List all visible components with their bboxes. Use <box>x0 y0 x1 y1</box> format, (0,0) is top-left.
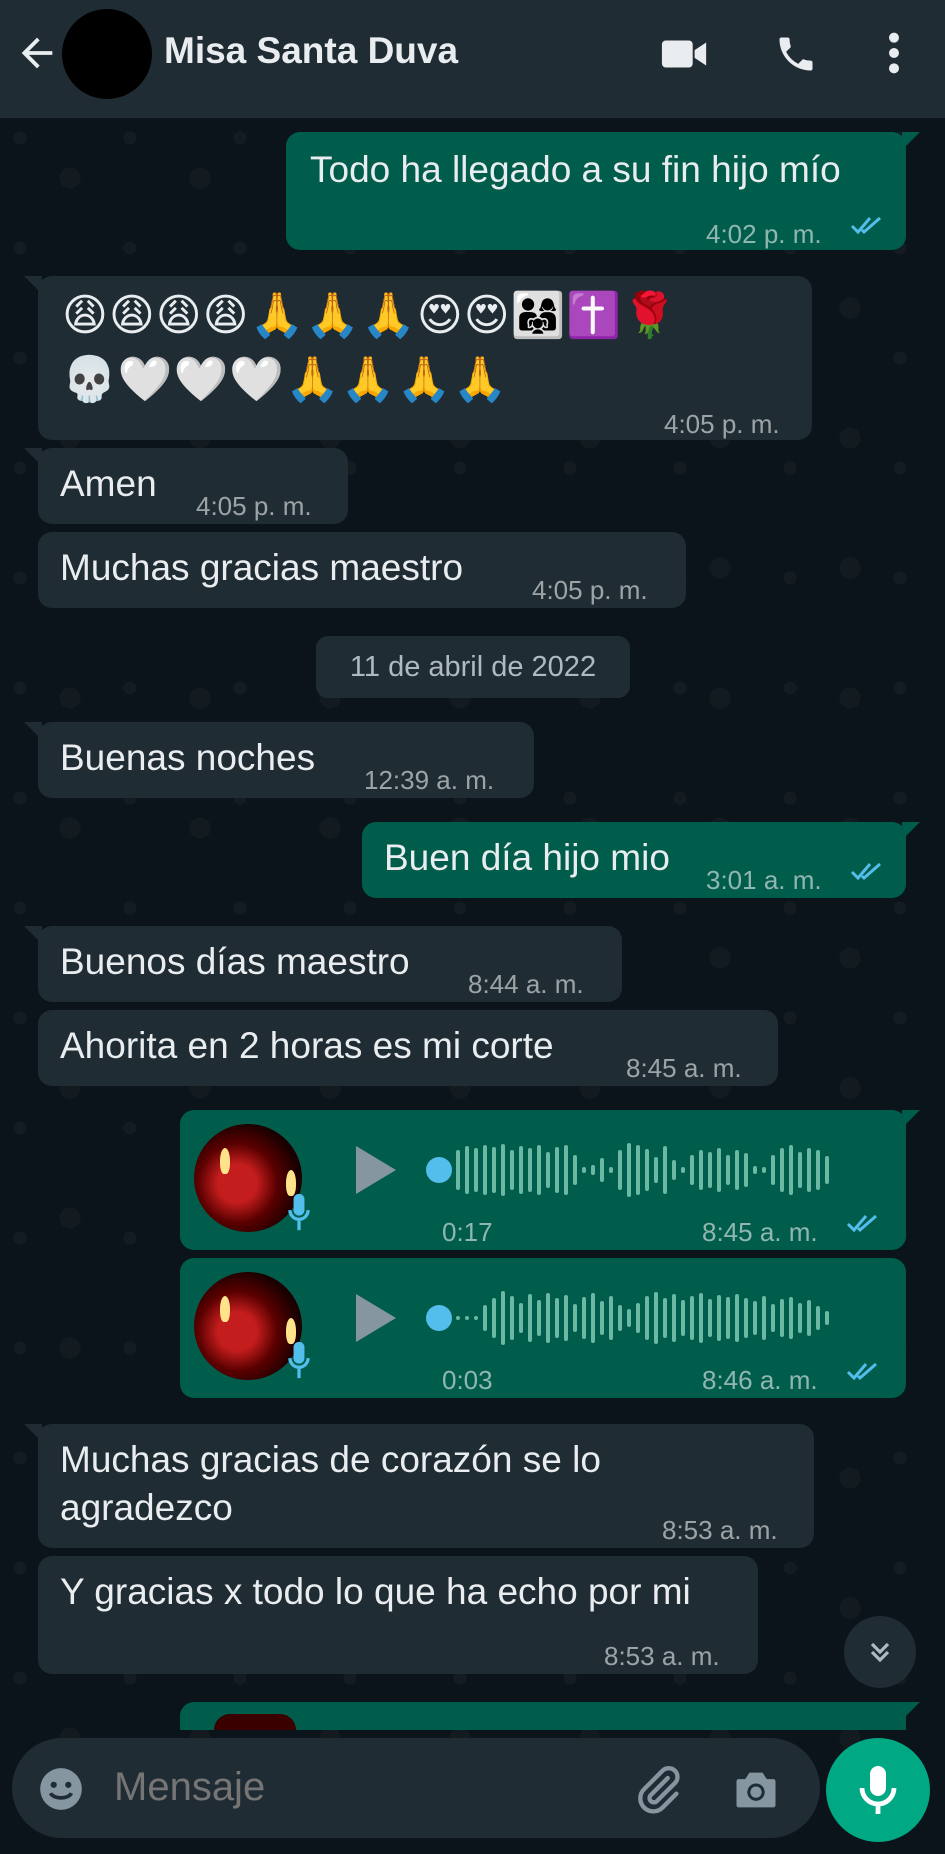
outgoing-message[interactable]: Buen día hijo mio 3:01 a. m. <box>362 822 920 898</box>
voice-message[interactable]: 0:03 8:46 a. m. <box>180 1258 906 1398</box>
message-text: Todo ha llegado a su fin hijo mío <box>310 149 841 190</box>
message-text: Buenas noches <box>60 737 316 778</box>
contact-name[interactable]: Misa Santa Duva <box>164 30 458 72</box>
message-time: 8:53 a. m. <box>662 1515 778 1545</box>
incoming-message[interactable]: Amen 4:05 p. m. <box>24 448 348 524</box>
mic-icon <box>288 1341 310 1379</box>
incoming-message[interactable]: Muchas gracias de corazón se lo agradezc… <box>24 1424 814 1548</box>
emoji-line: 💀🤍🤍🤍🙏🙏🙏🙏 <box>62 355 509 404</box>
voice-duration: 0:17 <box>442 1217 493 1247</box>
message-text-line: Muchas gracias de corazón se lo <box>60 1439 601 1480</box>
message-text: Amen <box>60 463 157 504</box>
incoming-message[interactable]: Buenas noches 12:39 a. m. <box>24 722 534 798</box>
outgoing-message[interactable]: Todo ha llegado a su fin hijo mío 4:02 p… <box>286 132 920 250</box>
contact-avatar[interactable] <box>62 9 152 99</box>
incoming-message[interactable]: 😩😩😩😩🙏🙏🙏😍😍👨‍👩‍👧✝️🌹 💀🤍🤍🤍🙏🙏🙏🙏 4:05 p. m. <box>24 276 812 440</box>
message-text: Ahorita en 2 horas es mi corte <box>60 1025 554 1066</box>
camera-icon[interactable] <box>730 1764 782 1816</box>
incoming-message[interactable]: Buenos días maestro 8:44 a. m. <box>24 926 622 1002</box>
message-time: 12:39 a. m. <box>364 765 495 795</box>
scroll-to-bottom-button[interactable] <box>844 1616 916 1688</box>
message-composer <box>12 1738 820 1838</box>
message-time: 8:45 a. m. <box>626 1053 742 1083</box>
date-separator: 11 de abril de 2022 <box>316 636 630 698</box>
message-text-line: agradezco <box>60 1487 233 1528</box>
playback-position[interactable] <box>426 1157 452 1183</box>
message-text: Y gracias x todo lo que ha echo por mi <box>60 1571 691 1612</box>
message-time: 4:05 p. m. <box>196 491 312 521</box>
read-ticks-icon <box>846 1362 877 1381</box>
microphone-icon <box>859 1766 897 1814</box>
video-call-icon[interactable] <box>660 34 710 74</box>
message-time: 3:01 a. m. <box>706 865 822 895</box>
incoming-message[interactable]: Y gracias x todo lo que ha echo por mi 8… <box>38 1556 758 1674</box>
message-time: 4:05 p. m. <box>664 409 780 439</box>
waveform[interactable] <box>456 1140 829 1200</box>
chat-header: Misa Santa Duva <box>0 0 945 118</box>
read-ticks-icon <box>850 216 881 235</box>
message-text: Buen día hijo mio <box>384 837 670 878</box>
read-ticks-icon <box>850 862 881 881</box>
back-arrow-icon[interactable] <box>14 30 60 76</box>
voice-call-icon[interactable] <box>774 32 818 76</box>
voice-duration: 0:03 <box>442 1365 493 1395</box>
message-time: 8:46 a. m. <box>702 1365 818 1395</box>
double-chevron-down-icon <box>870 1642 890 1663</box>
mic-icon <box>288 1193 310 1231</box>
play-icon[interactable] <box>356 1146 396 1194</box>
message-time: 8:53 a. m. <box>604 1641 720 1671</box>
read-ticks-icon <box>846 1214 877 1233</box>
emoji-icon[interactable] <box>36 1764 86 1814</box>
message-time: 8:45 a. m. <box>702 1217 818 1247</box>
play-icon[interactable] <box>356 1294 396 1342</box>
voice-record-button[interactable] <box>826 1738 930 1842</box>
playback-position[interactable] <box>426 1305 452 1331</box>
message-text: Muchas gracias maestro <box>60 547 464 588</box>
voice-message-partial[interactable] <box>180 1702 920 1730</box>
message-time: 4:05 p. m. <box>532 575 648 605</box>
attach-icon[interactable] <box>632 1764 684 1816</box>
emoji-line: 😩😩😩😩🙏🙏🙏😍😍👨‍👩‍👧✝️🌹 <box>62 291 678 340</box>
message-time: 4:02 p. m. <box>706 219 822 249</box>
message-time: 8:44 a. m. <box>468 969 584 999</box>
more-options-icon[interactable] <box>874 30 914 76</box>
incoming-message[interactable]: Muchas gracias maestro 4:05 p. m. <box>38 532 686 608</box>
message-input[interactable] <box>112 1764 536 1811</box>
incoming-message[interactable]: Ahorita en 2 horas es mi corte 8:45 a. m… <box>38 1010 778 1086</box>
voice-message[interactable]: 0:17 8:45 a. m. <box>180 1110 920 1250</box>
voice-sender-avatar <box>194 1124 302 1232</box>
voice-sender-avatar <box>194 1272 302 1380</box>
waveform[interactable] <box>456 1288 829 1348</box>
message-text: Buenos días maestro <box>60 941 410 982</box>
